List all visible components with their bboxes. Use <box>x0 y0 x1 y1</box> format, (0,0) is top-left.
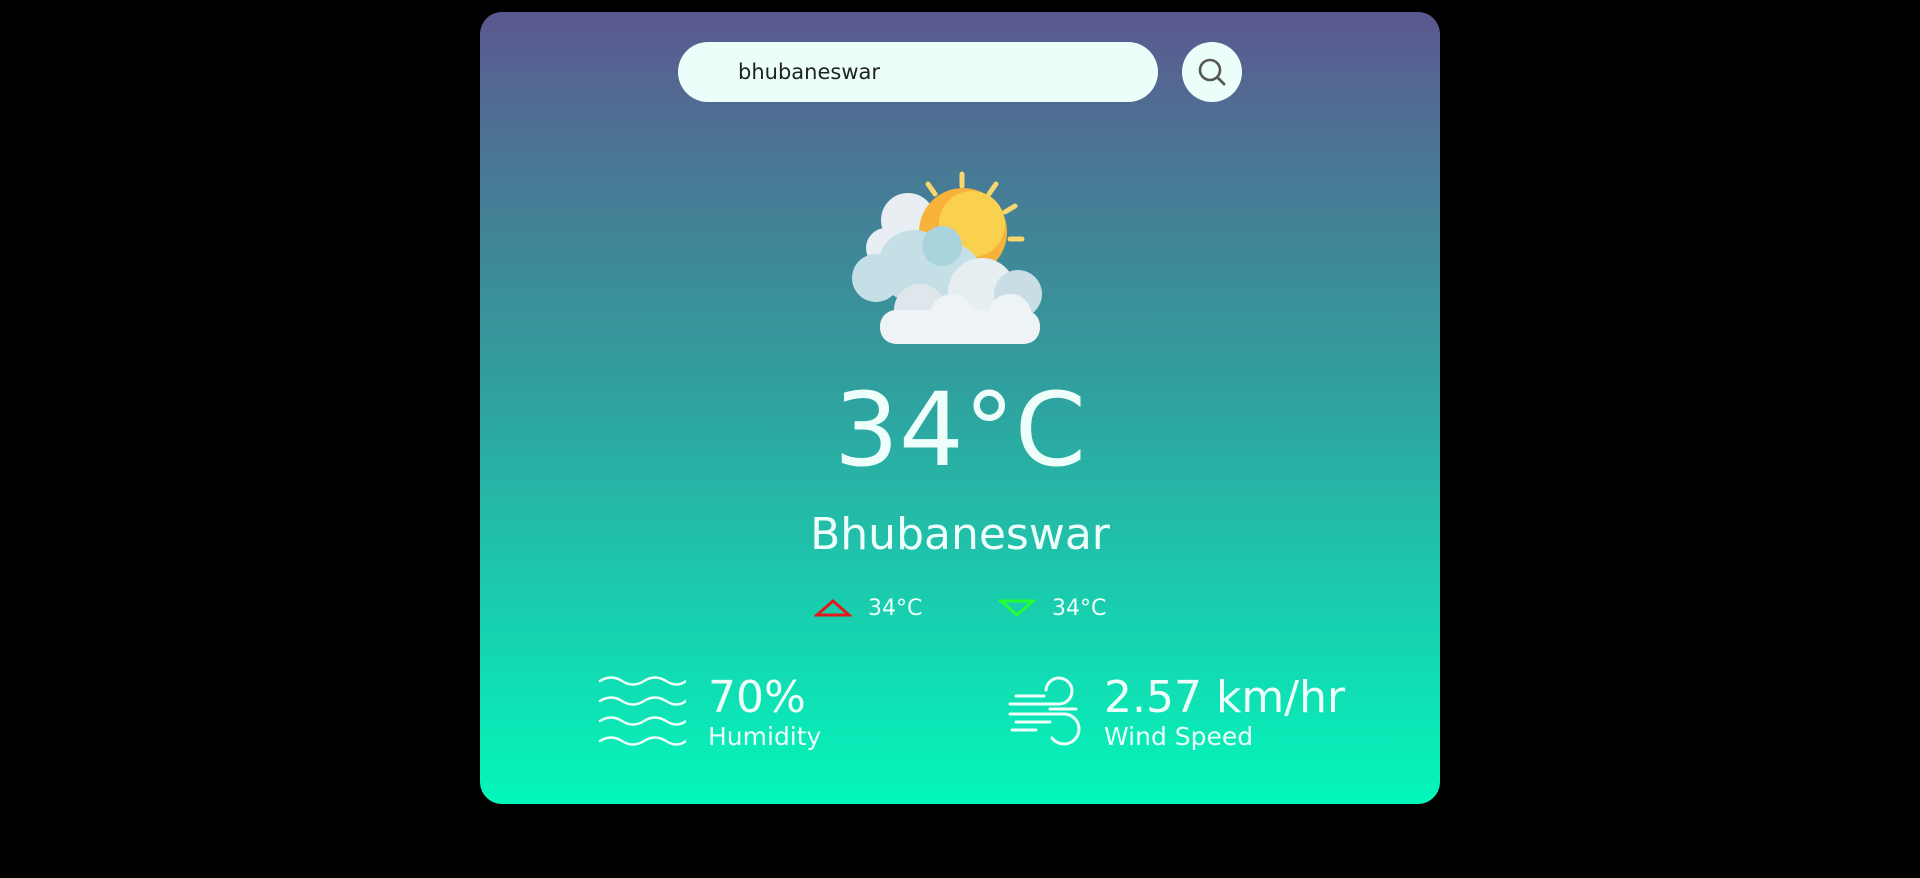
max-temperature: 34°C <box>814 590 922 626</box>
min-temperature-value: 34°C <box>1052 595 1107 621</box>
humidity-label: Humidity <box>708 722 822 752</box>
weather-card: 34°C Bhubaneswar 34°C 34°C 70% Humidity <box>480 12 1440 804</box>
city-name: Bhubaneswar <box>810 509 1110 560</box>
humidity-value: 70% <box>708 672 806 723</box>
waves-icon <box>598 676 686 746</box>
search-button[interactable] <box>1182 42 1242 102</box>
humidity-detail: 70% Humidity <box>598 672 822 752</box>
wind-speed-label: Wind Speed <box>1104 722 1254 752</box>
min-temperature: 34°C <box>998 590 1106 626</box>
triangle-up-icon <box>814 599 852 617</box>
wind-speed-value: 2.57 km/hr <box>1104 672 1346 723</box>
wind-detail: 2.57 km/hr Wind Speed <box>1006 672 1346 752</box>
wind-icon <box>1008 676 1081 746</box>
partly-cloudy-icon <box>852 171 1042 344</box>
search-input[interactable] <box>678 42 1158 102</box>
max-temperature-value: 34°C <box>868 595 923 621</box>
triangle-down-icon <box>998 599 1036 617</box>
temperature-value: 34°C <box>833 371 1086 490</box>
search-icon <box>1198 58 1226 86</box>
